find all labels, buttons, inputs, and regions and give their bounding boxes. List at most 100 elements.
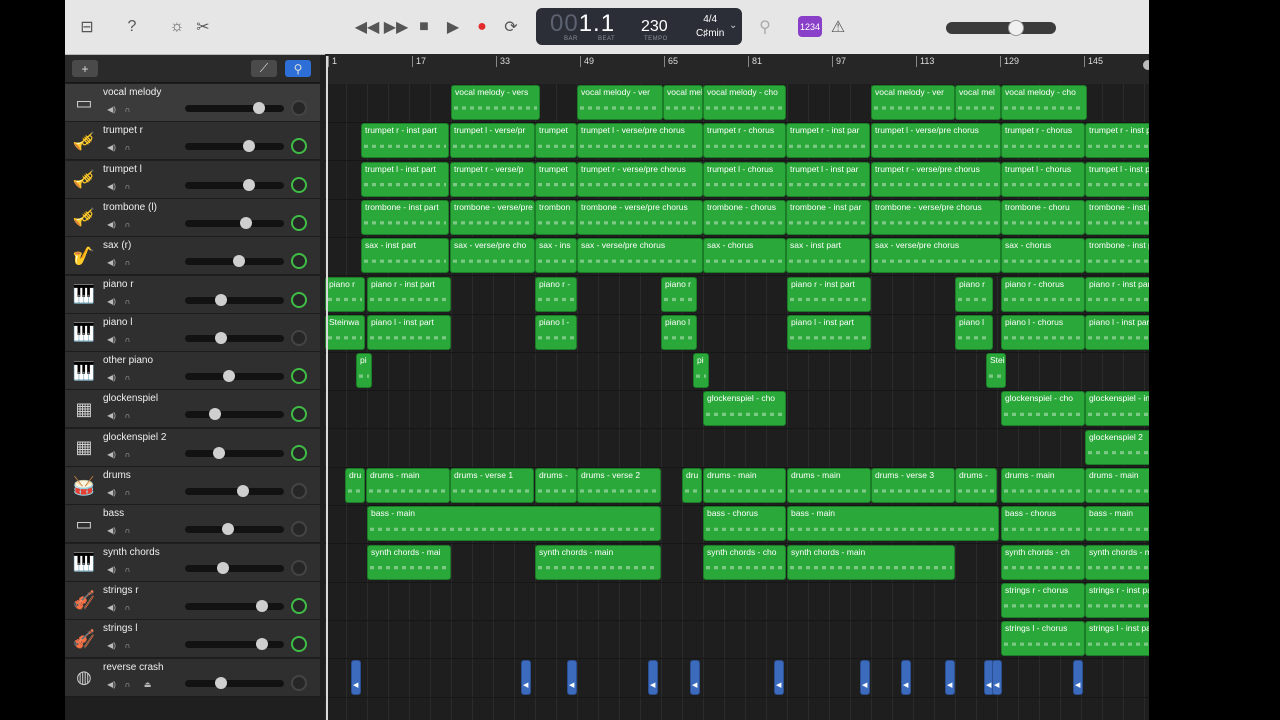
region[interactable]: vocal mel — [955, 85, 1001, 120]
volume-fader[interactable] — [185, 178, 284, 191]
region[interactable]: trumpet — [535, 161, 577, 197]
track-header[interactable]: 🎹 piano l ◀) ∩ — [65, 313, 320, 352]
region[interactable]: trombon — [535, 199, 577, 235]
track-name[interactable]: other piano — [103, 355, 153, 366]
track-header[interactable]: 🎹 other piano ◀) ∩ — [65, 352, 320, 391]
reverse-crash-region[interactable]: ◀ — [860, 659, 870, 695]
add-track-button[interactable]: + — [72, 60, 98, 77]
pan-knob[interactable] — [291, 521, 307, 538]
track-lane[interactable]: vocal melody - vers vocal melody - ver voc… — [325, 84, 1214, 123]
volume-fader[interactable] — [185, 599, 284, 612]
region[interactable]: vocal melody - cho — [703, 85, 786, 120]
region[interactable]: piano l - inst part — [367, 314, 451, 350]
volume-fader[interactable] — [185, 408, 284, 421]
headphones-icon[interactable]: ∩ — [122, 142, 133, 153]
rewind-icon[interactable]: ◀◀ — [355, 15, 380, 39]
track-name[interactable]: strings l — [103, 623, 137, 634]
region[interactable]: sax - verse/pre chorus — [577, 238, 703, 274]
mute-icon[interactable]: ◀) — [106, 296, 117, 307]
mute-icon[interactable]: ◀) — [106, 525, 117, 536]
region[interactable]: glockenspiel - cho — [1001, 391, 1085, 427]
master-volume-slider[interactable] — [946, 20, 1056, 36]
region[interactable]: synth chords - mai — [367, 544, 451, 580]
region[interactable]: trumpet l - inst par — [786, 161, 870, 197]
pan-knob[interactable] — [291, 483, 307, 499]
region[interactable]: synth chords - main — [535, 544, 661, 580]
region[interactable]: drums - main — [366, 468, 450, 503]
region[interactable]: piano l - chorus — [1001, 314, 1085, 350]
volume-fader[interactable] — [185, 523, 284, 536]
region[interactable]: piano l - — [535, 314, 577, 350]
headphones-icon[interactable]: ∩ — [122, 410, 133, 421]
region[interactable]: drums - — [535, 468, 577, 503]
region[interactable]: piano l — [661, 314, 697, 350]
record-icon[interactable]: ● — [470, 15, 494, 39]
region[interactable]: bass - main — [787, 506, 999, 542]
track-name[interactable]: piano r — [103, 279, 134, 290]
region[interactable]: piano l - inst part — [787, 314, 871, 350]
volume-fader[interactable] — [185, 102, 284, 114]
region[interactable]: drums - — [955, 468, 997, 503]
headphones-icon[interactable]: ∩ — [122, 449, 133, 460]
smart-controls-icon[interactable]: ☼ — [165, 15, 189, 39]
track-lane[interactable]: trumpet l - inst part trumpet r - verse/p… — [325, 161, 1214, 200]
region[interactable]: piano r - — [535, 276, 577, 312]
region[interactable]: drums - verse 3 — [871, 468, 955, 503]
volume-fader[interactable] — [185, 485, 284, 497]
volume-fader-knob[interactable] — [256, 638, 269, 651]
mute-icon[interactable]: ◀) — [106, 679, 117, 690]
mute-icon[interactable]: ◀) — [106, 564, 117, 575]
pan-knob[interactable] — [291, 597, 307, 614]
region[interactable]: trumpet r - inst part — [361, 123, 449, 159]
track-name[interactable]: drums — [103, 470, 131, 481]
pan-knob[interactable] — [291, 444, 307, 461]
fast-forward-icon[interactable]: ▶▶ — [384, 15, 409, 39]
headphones-icon[interactable]: ∩ — [122, 640, 133, 651]
volume-fader-knob[interactable] — [256, 599, 269, 612]
region[interactable]: sax - inst part — [786, 238, 870, 274]
tracks-area[interactable]: vocal melody - vers vocal melody - ver voc… — [325, 84, 1214, 720]
reverse-crash-region[interactable]: ◀ — [901, 659, 911, 695]
timeline-ruler[interactable]: 1 17 33 49 65 81 97 113 129 145 — [325, 54, 1214, 85]
pan-knob[interactable] — [291, 176, 307, 193]
region[interactable]: synth chords - main — [787, 544, 955, 580]
region[interactable]: trumpet r - chorus — [1001, 123, 1085, 159]
region[interactable]: vocal melody - vers — [451, 85, 540, 120]
region[interactable]: drums - main — [787, 468, 871, 503]
volume-fader[interactable] — [185, 140, 284, 153]
region[interactable]: strings l - chorus — [1001, 621, 1085, 657]
track-name[interactable]: vocal melody — [103, 87, 161, 98]
volume-fader-knob[interactable] — [215, 331, 228, 344]
volume-fader-knob[interactable] — [209, 408, 222, 421]
region[interactable]: trumpet l - chorus — [703, 161, 786, 197]
volume-fader[interactable] — [185, 446, 284, 459]
region[interactable]: piano l — [955, 314, 993, 350]
region[interactable]: drums - verse 1 — [450, 468, 534, 503]
track-lane[interactable]: glockenspiel 2 — [325, 429, 1214, 468]
reverse-crash-region[interactable]: ◀ — [567, 659, 577, 695]
region[interactable]: sax - chorus — [1001, 238, 1085, 274]
track-header[interactable]: 🎷 sax (r) ◀) ∩ — [65, 237, 320, 276]
volume-fader-knob[interactable] — [252, 102, 265, 114]
volume-fader[interactable] — [185, 676, 284, 689]
track-name[interactable]: synth chords — [103, 547, 160, 558]
track-extra-icon[interactable]: ⏏ — [142, 679, 153, 690]
region[interactable]: glockenspiel - cho — [703, 391, 786, 427]
track-lane[interactable]: ◀◀◀◀◀◀◀◀◀◀◀◀◀ — [325, 659, 1214, 698]
pan-knob[interactable] — [291, 214, 307, 231]
reverse-crash-region[interactable]: ◀ — [351, 659, 361, 695]
region[interactable]: piano r — [661, 276, 697, 312]
headphones-icon[interactable]: ∩ — [122, 104, 133, 115]
mute-icon[interactable]: ◀) — [106, 372, 117, 383]
track-lane[interactable]: strings l - chorus strings l - inst part — [325, 620, 1214, 660]
volume-fader-knob[interactable] — [221, 523, 234, 536]
mute-icon[interactable]: ◀) — [106, 602, 117, 613]
region[interactable]: bass - chorus — [1001, 506, 1085, 542]
library-icon[interactable]: ⊟ — [75, 15, 99, 39]
region[interactable]: synth chords - ch — [1001, 544, 1085, 580]
track-name[interactable]: piano l — [103, 317, 132, 328]
track-name[interactable]: glockenspiel — [103, 393, 158, 404]
smart-tempo-icon[interactable]: ⚲ — [285, 60, 311, 77]
volume-fader-knob[interactable] — [217, 561, 230, 574]
reverse-crash-region[interactable]: ◀ — [774, 659, 784, 695]
